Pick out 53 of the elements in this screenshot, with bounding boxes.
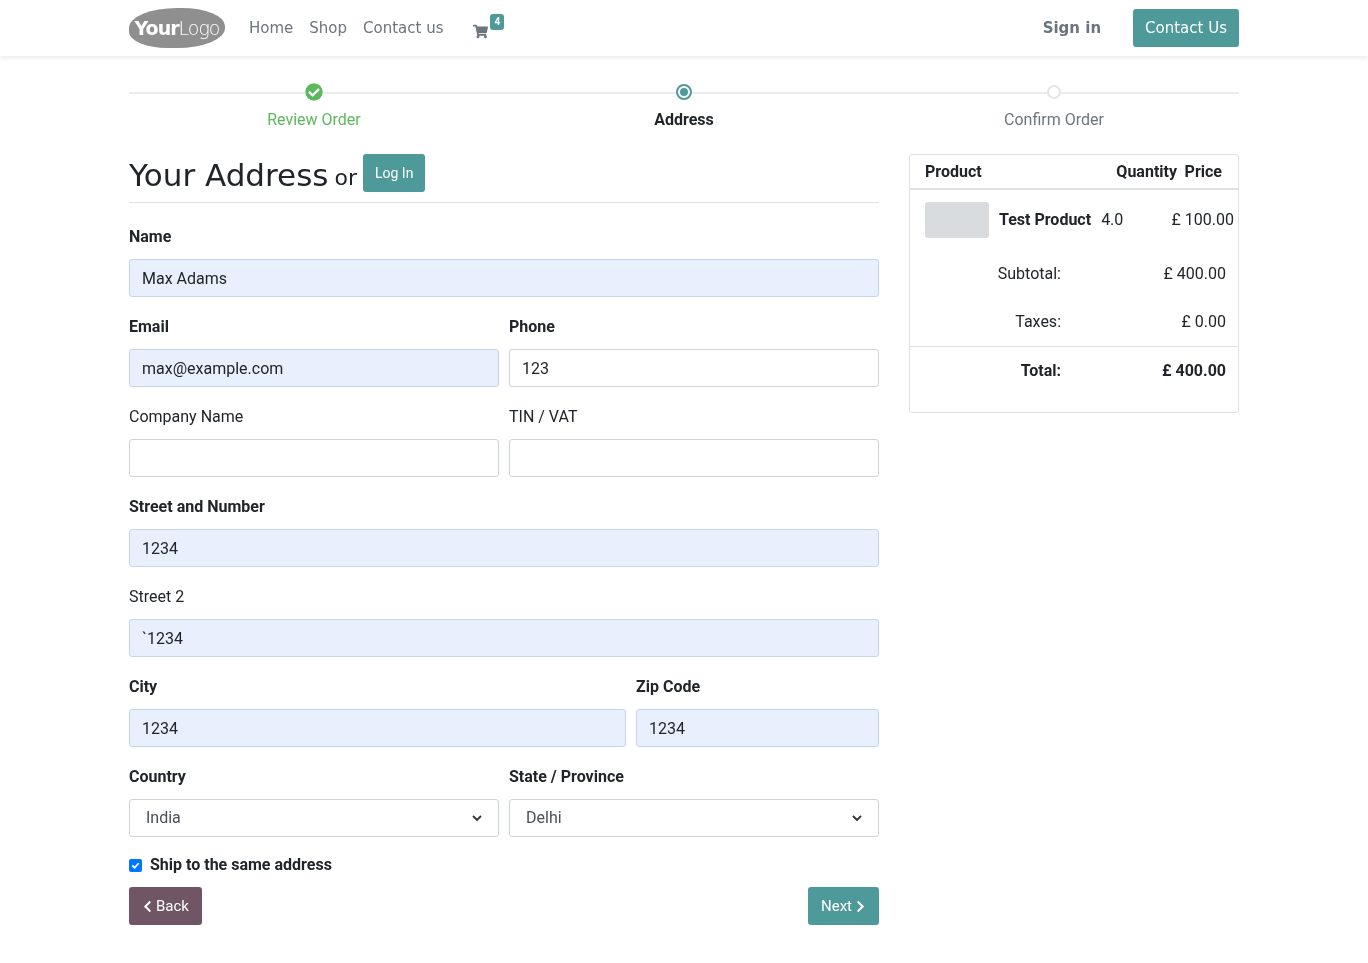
cart-count-badge: 4 [490,13,505,30]
field-label: Street and Number [129,497,266,517]
input-field[interactable] [509,439,879,477]
step-label: Address [654,109,714,131]
summary-label: Taxes: [1014,311,1061,333]
total-label: Total: [1019,359,1061,382]
input-field[interactable] [129,439,499,477]
product-image-placeholder [925,202,989,238]
checkbox-label: Ship to the same address [150,854,332,876]
select-field[interactable]: Delhi [509,799,879,837]
or-text: or [334,164,357,192]
total-value: £ 400.00 [1160,359,1226,382]
cart-icon[interactable] [473,23,489,39]
product-price: £ 100.00 [1171,209,1234,231]
input-field[interactable]: Max Adams [129,259,879,297]
column-header: Price [1183,160,1223,183]
field-label: City [129,677,159,697]
product-name: Test Product [999,209,1092,231]
column-header: Quantity [1115,160,1177,183]
field-label: Street 2 [129,587,186,607]
column-header: Product [925,160,983,183]
field-label: Country [129,767,187,787]
field-label: Name [129,227,173,247]
summary-value: £ 400.00 [1162,263,1226,285]
chevron-right-icon [855,899,866,913]
step-label: Review Order [267,109,361,131]
input-field[interactable]: 1234 [129,529,879,567]
field-label: Company Name [129,407,245,427]
field-label: Zip Code [636,677,702,697]
summary-label: Subtotal: [996,263,1061,285]
input-field[interactable]: 1234 [636,709,879,747]
summary-value: £ 0.00 [1180,311,1226,333]
field-label: TIN / VAT [509,407,579,427]
input-field[interactable]: `1234 [129,619,879,657]
chevron-left-icon [142,899,153,913]
page-title: Your Address [129,156,329,194]
sign-in-link[interactable]: Sign in [1042,16,1102,40]
nav-link[interactable]: Shop [309,16,348,40]
product-quantity: 4.0 [1101,209,1124,231]
input-field[interactable]: 1234 [129,709,626,747]
field-label: State / Province [509,767,625,787]
field-label: Email [129,317,170,337]
chevron-down-icon [472,815,482,821]
back-button[interactable]: Back [129,887,202,925]
field-label: Phone [509,317,556,337]
select-field[interactable]: India [129,799,499,837]
step-label: Confirm Order [1004,109,1104,131]
nav-link[interactable]: Contact us [363,16,444,40]
chevron-down-icon [852,815,862,821]
checkbox[interactable] [129,858,142,872]
input-field[interactable]: 123 [509,349,879,387]
input-field[interactable]: max@example.com [129,349,499,387]
nav-link[interactable]: Home [249,16,294,40]
